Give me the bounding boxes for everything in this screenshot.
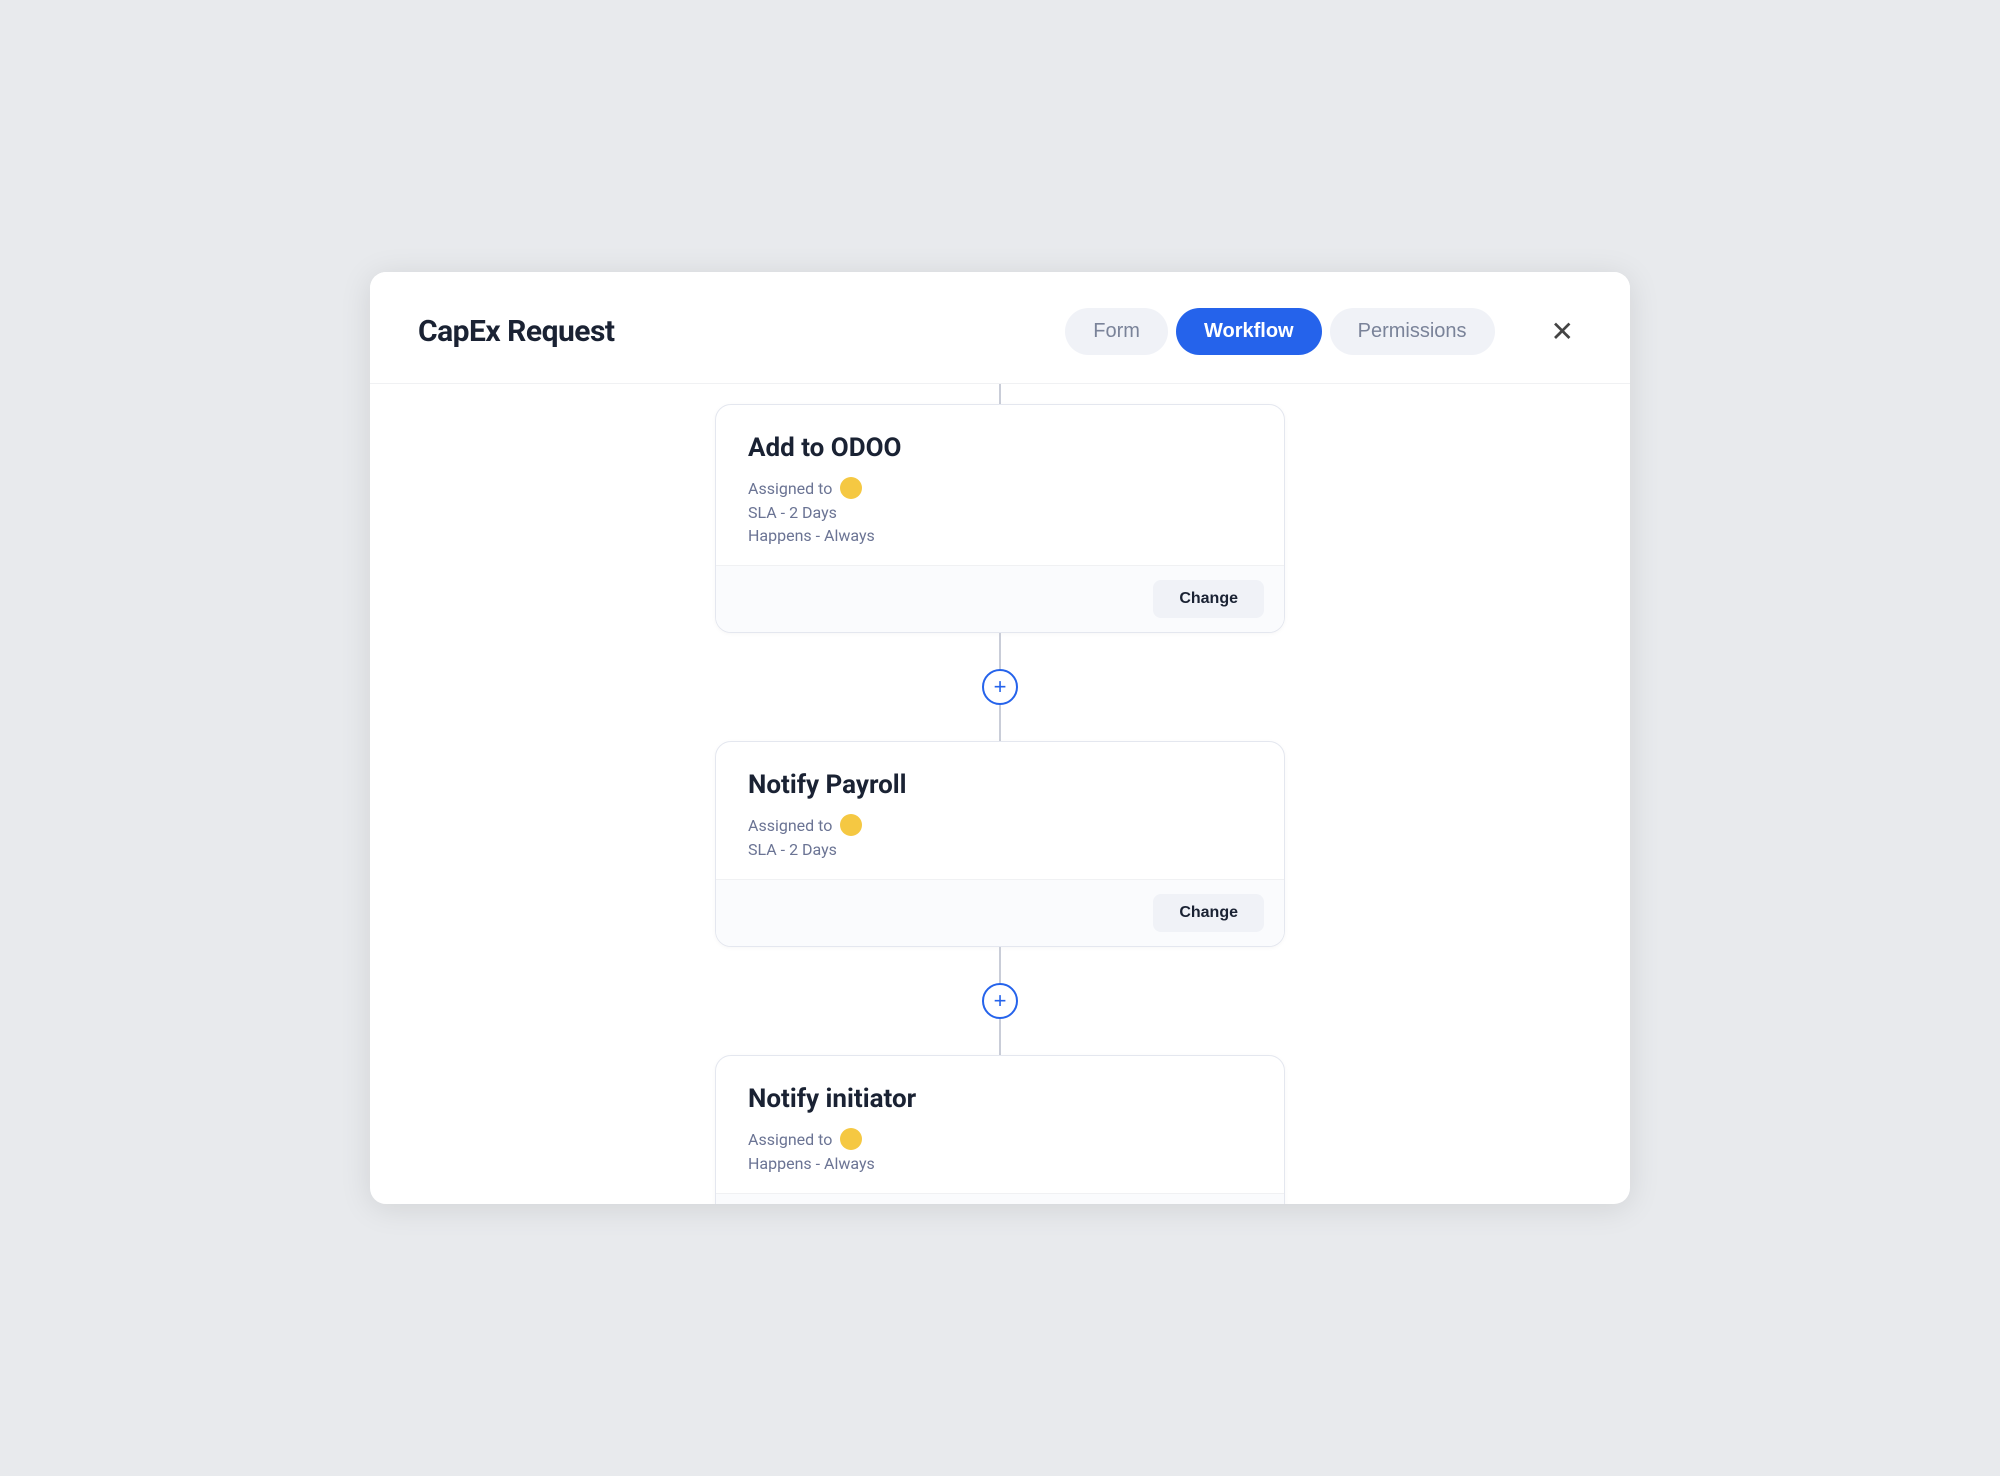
modal-body: Add to ODOO Assigned to SLA - 2 Days Hap… bbox=[370, 384, 1630, 1204]
modal-title: CapEx Request bbox=[418, 314, 615, 349]
connector-line-3 bbox=[999, 947, 1001, 983]
card-body-notify-payroll: Notify Payroll Assigned to SLA - 2 Days bbox=[716, 742, 1284, 879]
add-step-button-2[interactable]: + bbox=[982, 983, 1018, 1019]
workflow-card-notify-payroll: Notify Payroll Assigned to SLA - 2 Days … bbox=[715, 741, 1285, 947]
avatar-dot-3 bbox=[840, 1128, 862, 1150]
avatar-dot bbox=[840, 477, 862, 499]
assigned-label-3: Assigned to bbox=[748, 1130, 832, 1149]
tab-permissions[interactable]: Permissions bbox=[1330, 308, 1495, 355]
tab-group: Form Workflow Permissions bbox=[1065, 308, 1494, 355]
change-button-add-to-odoo[interactable]: Change bbox=[1153, 580, 1264, 618]
tab-workflow[interactable]: Workflow bbox=[1176, 308, 1322, 355]
card-title-add-to-odoo: Add to ODOO bbox=[748, 433, 1252, 463]
connector-line-1 bbox=[999, 633, 1001, 669]
assigned-label: Assigned to bbox=[748, 479, 832, 498]
card-title-notify-payroll: Notify Payroll bbox=[748, 770, 1252, 800]
happens-label-3: Happens - Always bbox=[748, 1154, 875, 1173]
workflow-container: Add to ODOO Assigned to SLA - 2 Days Hap… bbox=[418, 384, 1582, 1204]
sla-label-2: SLA - 2 Days bbox=[748, 840, 837, 859]
card-body-notify-initiator: Notify initiator Assigned to Happens - A… bbox=[716, 1056, 1284, 1193]
tab-form[interactable]: Form bbox=[1065, 308, 1168, 355]
card-footer-notify-payroll: Change bbox=[716, 879, 1284, 946]
card-footer-notify-initiator: Change bbox=[716, 1193, 1284, 1204]
workflow-card-notify-initiator: Notify initiator Assigned to Happens - A… bbox=[715, 1055, 1285, 1204]
card-meta-notify-payroll: Assigned to SLA - 2 Days bbox=[748, 814, 1252, 859]
change-button-notify-payroll[interactable]: Change bbox=[1153, 894, 1264, 932]
modal: CapEx Request Form Workflow Permissions … bbox=[370, 272, 1630, 1204]
card-meta-row-assigned: Assigned to bbox=[748, 477, 1252, 499]
card-meta-row-assigned-3: Assigned to bbox=[748, 1128, 1252, 1150]
card-meta-row-sla-2: SLA - 2 Days bbox=[748, 840, 1252, 859]
happens-label: Happens - Always bbox=[748, 526, 875, 545]
close-button[interactable]: ✕ bbox=[1543, 314, 1582, 350]
card-title-notify-initiator: Notify initiator bbox=[748, 1084, 1252, 1114]
connector-line-4 bbox=[999, 1019, 1001, 1055]
card-meta-add-to-odoo: Assigned to SLA - 2 Days Happens - Alway… bbox=[748, 477, 1252, 545]
sla-label: SLA - 2 Days bbox=[748, 503, 837, 522]
assigned-label-2: Assigned to bbox=[748, 816, 832, 835]
avatar-dot-2 bbox=[840, 814, 862, 836]
card-body-add-to-odoo: Add to ODOO Assigned to SLA - 2 Days Hap… bbox=[716, 405, 1284, 565]
card-meta-row-sla: SLA - 2 Days bbox=[748, 503, 1252, 522]
card-meta-row-assigned-2: Assigned to bbox=[748, 814, 1252, 836]
card-meta-notify-initiator: Assigned to Happens - Always bbox=[748, 1128, 1252, 1173]
workflow-card-add-to-odoo: Add to ODOO Assigned to SLA - 2 Days Hap… bbox=[715, 404, 1285, 633]
card-meta-row-happens-3: Happens - Always bbox=[748, 1154, 1252, 1173]
connector-line-2 bbox=[999, 705, 1001, 741]
connector-line-top bbox=[999, 384, 1001, 404]
card-footer-add-to-odoo: Change bbox=[716, 565, 1284, 632]
add-step-button-1[interactable]: + bbox=[982, 669, 1018, 705]
modal-header: CapEx Request Form Workflow Permissions … bbox=[370, 272, 1630, 384]
card-meta-row-happens: Happens - Always bbox=[748, 526, 1252, 545]
